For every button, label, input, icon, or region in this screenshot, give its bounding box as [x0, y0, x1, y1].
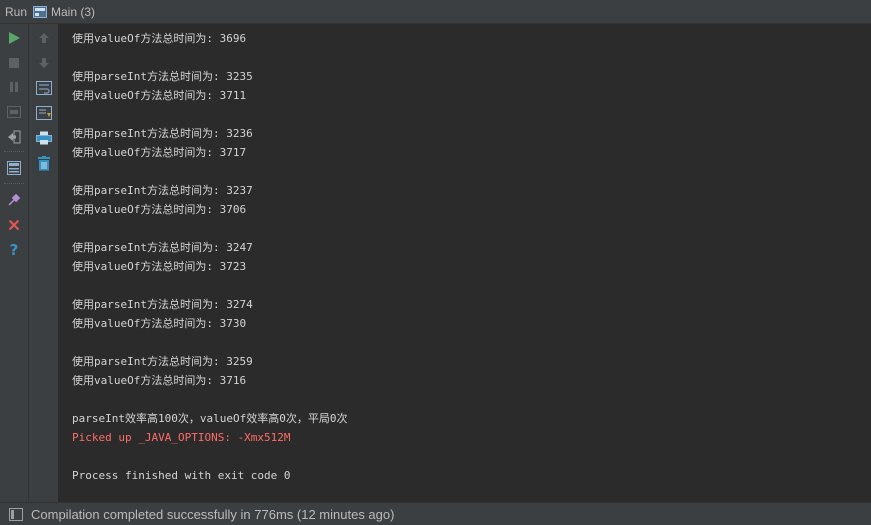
console-line: 使用valueOf方法总时间为: 3723 — [72, 260, 247, 273]
close-icon — [8, 219, 20, 231]
console-line: 使用valueOf方法总时间为: 3716 — [72, 374, 247, 387]
print-button[interactable] — [34, 128, 54, 148]
run-config-icon — [33, 5, 48, 18]
status-bar: Compilation completed successfully in 77… — [0, 502, 871, 525]
rerun-icon — [9, 32, 20, 44]
console-line: 使用parseInt方法总时间为: 3236 — [72, 127, 253, 140]
run-tool-window-header: Run Main (3) — [0, 0, 871, 24]
print-icon — [36, 131, 52, 145]
tab-main[interactable]: Main (3) — [51, 5, 95, 19]
console-line: 使用parseInt方法总时间为: 3235 — [72, 70, 253, 83]
toolbar-separator — [4, 183, 24, 184]
help-icon: ? — [9, 241, 19, 259]
run-label: Run — [5, 4, 28, 19]
soft-wrap-button[interactable] — [34, 78, 54, 98]
dump-threads-icon — [7, 106, 21, 118]
restore-layout-icon — [7, 161, 21, 175]
previous-occurrence-button[interactable] — [34, 28, 54, 48]
pin-tab-button[interactable] — [4, 190, 24, 210]
console-line: 使用valueOf方法总时间为: 3696 — [72, 32, 247, 45]
toolbar-separator — [4, 151, 24, 152]
scroll-to-end-icon — [36, 106, 52, 120]
console-line: 使用parseInt方法总时间为: 3259 — [72, 355, 253, 368]
up-arrow-icon — [39, 33, 49, 43]
close-button[interactable] — [4, 215, 24, 235]
pause-icon — [10, 82, 18, 92]
ide-run-window: Run Main (3) ? 使用valueOf方法总时间为: 3696 使用p… — [0, 0, 871, 525]
exit-button[interactable] — [4, 127, 24, 147]
stop-button[interactable] — [4, 53, 24, 73]
pause-button[interactable] — [4, 77, 24, 97]
stop-icon — [9, 58, 19, 68]
console-line: 使用parseInt方法总时间为: 3237 — [72, 184, 253, 197]
pin-tab-icon — [8, 193, 21, 206]
next-occurrence-button[interactable] — [34, 53, 54, 73]
rerun-button[interactable] — [4, 28, 24, 48]
down-arrow-icon — [39, 58, 49, 68]
clear-all-button[interactable] — [34, 153, 54, 173]
tool-window-toggle-icon[interactable] — [9, 507, 23, 521]
console-line: parseInt效率高100次，valueOf效率高0次，平局0次 — [72, 412, 348, 425]
exit-icon — [8, 130, 21, 144]
console-line: 使用valueOf方法总时间为: 3711 — [72, 89, 247, 102]
help-button[interactable]: ? — [4, 240, 24, 260]
dump-threads-button[interactable] — [4, 102, 24, 122]
console-line: Picked up _JAVA_OPTIONS: -Xmx512M — [72, 431, 291, 444]
console-line: 使用parseInt方法总时间为: 3274 — [72, 298, 253, 311]
console-line: 使用valueOf方法总时间为: 3706 — [72, 203, 247, 216]
console-line: 使用valueOf方法总时间为: 3717 — [72, 146, 247, 159]
console-line: 使用valueOf方法总时间为: 3730 — [72, 317, 247, 330]
console-line: 使用parseInt方法总时间为: 3247 — [72, 241, 253, 254]
soft-wrap-icon — [36, 81, 52, 95]
run-toolbar-left: ? — [0, 24, 29, 502]
console-output[interactable]: 使用valueOf方法总时间为: 3696 使用parseInt方法总时间为: 3… — [59, 24, 871, 502]
status-message: Compilation completed successfully in 77… — [31, 506, 395, 522]
restore-layout-button[interactable] — [4, 158, 24, 178]
console-line: Process finished with exit code 0 — [72, 469, 291, 482]
run-toolbar-right — [29, 24, 59, 502]
scroll-to-end-button[interactable] — [34, 103, 54, 123]
clear-all-icon — [38, 155, 50, 170]
